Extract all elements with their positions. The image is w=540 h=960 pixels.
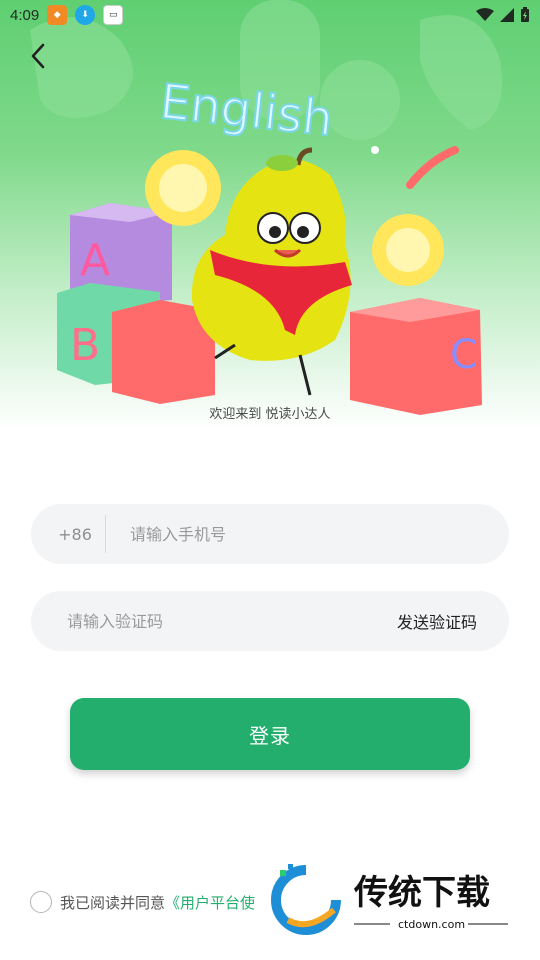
- pom-pom-right: [372, 214, 444, 286]
- code-field: 发送验证码: [31, 591, 509, 651]
- code-input[interactable]: [31, 591, 397, 651]
- pom-pom-left: [145, 150, 221, 226]
- battery-charging-icon: [521, 7, 529, 22]
- app-notification-icon: ◆: [47, 5, 68, 25]
- login-button[interactable]: 登录: [70, 698, 470, 770]
- hero-illustration: English A B C: [30, 0, 502, 415]
- phone-prefix[interactable]: +86: [31, 525, 105, 544]
- watermark-url: ctdown.com: [398, 918, 465, 931]
- svg-text:C: C: [450, 332, 478, 378]
- phone-field: +86: [31, 504, 509, 564]
- watermark-brand: 传统下载: [353, 873, 490, 913]
- watermark-logo: 传统下载 ctdown.com: [271, 864, 508, 935]
- cube-c: C: [350, 298, 482, 415]
- agreement-row: 我已阅读并同意 《用户平台使: [30, 890, 255, 914]
- phone-input[interactable]: [106, 504, 509, 564]
- svg-text:A: A: [80, 235, 110, 286]
- agreement-checkbox[interactable]: [30, 891, 52, 913]
- signal-icon: [500, 8, 514, 22]
- app-notification-icon-2: ▭: [103, 5, 124, 25]
- svg-text:B: B: [70, 320, 100, 371]
- welcome-text: 欢迎来到 悦读小达人: [209, 407, 331, 422]
- hero-banner: English A B C: [0, 0, 540, 430]
- send-code-button[interactable]: 发送验证码: [397, 609, 477, 633]
- watermark: 传统下载 ctdown.com: [268, 862, 518, 938]
- agreement-text: 我已阅读并同意: [60, 893, 166, 912]
- status-time: 4:09: [10, 6, 40, 24]
- chevron-left-icon: [31, 43, 45, 69]
- wifi-icon: [476, 8, 494, 21]
- download-icon: ⬇: [75, 5, 96, 25]
- agreement-link[interactable]: 《用户平台使: [165, 892, 255, 913]
- status-bar: 4:09 ◆ ⬇ ▭: [0, 0, 540, 30]
- back-button[interactable]: [20, 38, 56, 74]
